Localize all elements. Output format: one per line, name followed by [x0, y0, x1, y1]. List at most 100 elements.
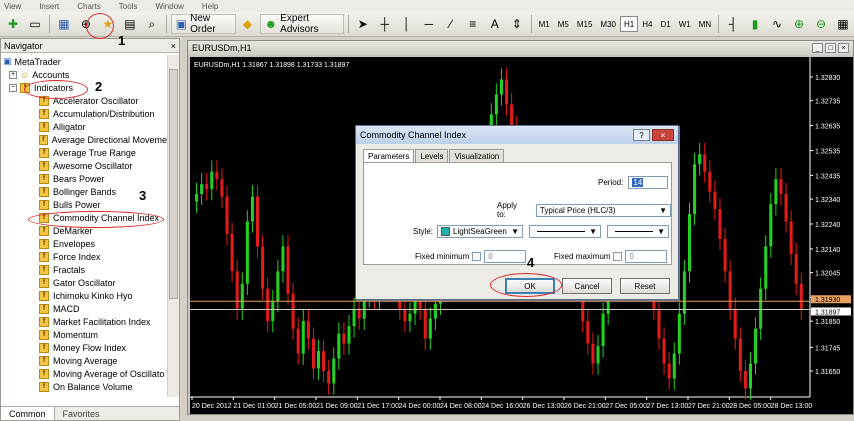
expand-icon[interactable]: + [9, 70, 17, 79]
timeframe-m30[interactable]: M30 [596, 16, 620, 32]
line-width-select[interactable]: ▼ [607, 225, 670, 238]
tree-root[interactable]: ▣ MetaTrader [1, 55, 167, 68]
candle-body [662, 338, 666, 364]
reset-button[interactable]: Reset [620, 278, 670, 294]
new-order-icon: ▣ [175, 17, 188, 31]
tile-windows-button[interactable]: ▦ [833, 14, 853, 34]
close-icon[interactable]: × [652, 129, 674, 141]
indicator-item[interactable]: f Momentum [1, 328, 167, 341]
candle-body [672, 353, 676, 379]
profiles-button[interactable]: ▭ [25, 14, 45, 34]
indicator-item[interactable]: f Bears Power [1, 172, 167, 185]
candle-body [510, 104, 514, 127]
indicator-item[interactable]: f Accumulation/Distribution [1, 107, 167, 120]
arrows-tool[interactable]: ⇕ [507, 14, 527, 34]
maximize-icon[interactable]: □ [825, 43, 836, 53]
scrollbar-thumb[interactable] [169, 69, 178, 299]
menu-view[interactable]: View [4, 2, 21, 11]
expert-icon: ☻ [264, 17, 278, 31]
trendline-tool[interactable]: ⁄ [441, 14, 461, 34]
fixed-maximum-checkbox[interactable] [613, 252, 623, 261]
minimize-icon[interactable]: _ [812, 43, 823, 53]
indicator-item[interactable]: f Money Flow Index [1, 341, 167, 354]
menu-help[interactable]: Help [202, 2, 218, 11]
color-value: LightSeaGreen [453, 227, 507, 236]
indicator-item[interactable]: f Average Directional Moveme [1, 133, 167, 146]
tab-parameters[interactable]: Parameters [363, 149, 415, 163]
bar-chart-button[interactable]: ┤ [723, 14, 743, 34]
indicator-item[interactable]: f Fractals [1, 263, 167, 276]
tab-visualization[interactable]: Visualization [449, 149, 505, 163]
candle-body [291, 293, 295, 329]
collapse-icon[interactable]: − [9, 83, 17, 92]
indicator-item[interactable]: f Accelerator Oscillator [1, 94, 167, 107]
trendline-icon: ⁄ [449, 17, 452, 31]
indicator-item[interactable]: f Moving Average of Oscillato [1, 367, 167, 380]
strategy-tester-button[interactable]: ⌕ [142, 14, 162, 34]
period-input[interactable]: 14 [628, 176, 669, 189]
channel-tool[interactable]: ≡ [463, 14, 483, 34]
timeframe-mn[interactable]: MN [695, 16, 715, 32]
new-chart-button[interactable]: ✚ [3, 14, 23, 34]
line-chart-button[interactable]: ∿ [767, 14, 787, 34]
timeframe-m1[interactable]: M1 [535, 16, 554, 32]
indicator-item[interactable]: f Average True Range [1, 146, 167, 159]
help-button[interactable]: ? [633, 129, 650, 141]
timeframe-d1[interactable]: D1 [656, 16, 674, 32]
apply-to-select[interactable]: Typical Price (HLC/3) ▼ [535, 203, 671, 217]
indicator-label: Bears Power [53, 173, 105, 184]
close-icon[interactable]: × [171, 41, 176, 51]
indicator-item[interactable]: f Force Index [1, 250, 167, 263]
menu-tools[interactable]: Tools [119, 2, 138, 11]
cancel-button[interactable]: Cancel [562, 278, 612, 294]
color-select[interactable]: LightSeaGreen ▼ [437, 225, 524, 238]
tab-favorites[interactable]: Favorites [55, 407, 108, 420]
chart-window-title: EURUSDm,H1 [192, 43, 252, 53]
menu-charts[interactable]: Charts [77, 2, 101, 11]
zoom-out-button[interactable]: ⊖ [811, 14, 831, 34]
indicator-item[interactable]: f On Balance Volume [1, 380, 167, 393]
tree-accounts[interactable]: + ☺ Accounts [1, 68, 167, 81]
close-icon[interactable]: × [838, 43, 849, 53]
indicator-item[interactable]: f Awesome Oscillator [1, 159, 167, 172]
text-tool[interactable]: A [485, 14, 505, 34]
market-watch-button[interactable]: ▦ [54, 14, 74, 34]
timeframe-h4[interactable]: H4 [638, 16, 656, 32]
horizontal-line-tool[interactable]: ─ [419, 14, 439, 34]
indicator-item[interactable]: f Moving Average [1, 354, 167, 367]
price-tick-label: 1.31650 [815, 369, 840, 376]
fixed-minimum-checkbox[interactable] [472, 252, 482, 261]
terminal-button[interactable]: ▤ [120, 14, 140, 34]
menu-window[interactable]: Window [155, 2, 183, 11]
fixed-minimum-input[interactable]: 0 [484, 250, 527, 263]
new-order-button[interactable]: ▣ New Order [170, 13, 236, 35]
timeframe-m15[interactable]: M15 [573, 16, 597, 32]
candle-chart-button[interactable]: ▮ [745, 14, 765, 34]
timeframe-m5[interactable]: M5 [554, 16, 573, 32]
indicator-item[interactable]: f Market Facilitation Index [1, 315, 167, 328]
indicator-item[interactable]: f Gator Oscillator [1, 276, 167, 289]
timeframe-h1[interactable]: H1 [619, 16, 639, 32]
indicator-icon: f [39, 277, 49, 288]
line-style-select[interactable]: ▼ [529, 225, 602, 238]
candle-body [250, 196, 254, 222]
tab-levels[interactable]: Levels [415, 149, 449, 163]
timeframe-w1[interactable]: W1 [675, 16, 695, 32]
expert-advisors-button[interactable]: ☻ Expert Advisors [259, 13, 344, 35]
indicator-item[interactable]: f MACD [1, 302, 167, 315]
indicator-label: On Balance Volume [53, 381, 133, 392]
menu-insert[interactable]: Insert [39, 2, 59, 11]
metaeditor-button[interactable]: ◆ [238, 14, 258, 34]
crosshair-tool[interactable]: ┼ [375, 14, 395, 34]
time-tick-label: 21 Dec 17:00 [357, 403, 399, 410]
indicator-item[interactable]: f Alligator [1, 120, 167, 133]
navigator-scrollbar[interactable] [167, 55, 179, 397]
cursor-tool[interactable]: ➤ [353, 14, 373, 34]
fixed-maximum-input[interactable]: 0 [625, 250, 668, 263]
tab-common[interactable]: Common [1, 407, 55, 420]
vertical-line-tool[interactable]: │ [397, 14, 417, 34]
indicator-item[interactable]: f Envelopes [1, 237, 167, 250]
indicator-icon: f [39, 186, 49, 197]
indicator-item[interactable]: f Ichimoku Kinko Hyo [1, 289, 167, 302]
zoom-in-button[interactable]: ⊕ [789, 14, 809, 34]
